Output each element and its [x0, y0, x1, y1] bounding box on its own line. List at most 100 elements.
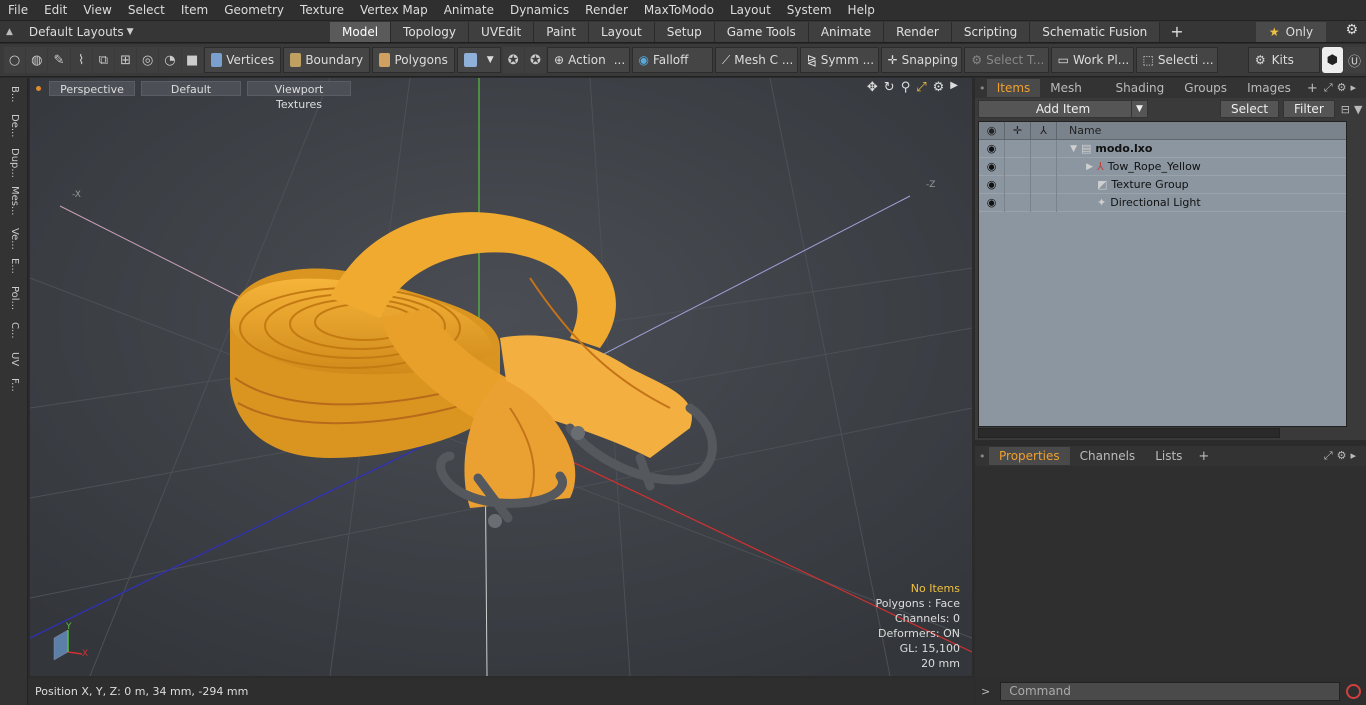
lock-column-icon[interactable]: ✛ — [1005, 121, 1031, 140]
collapse-icon[interactable]: ⊟ — [1341, 103, 1350, 116]
brush-icon[interactable]: ⌇ — [70, 47, 92, 73]
menu-edit[interactable]: Edit — [36, 0, 75, 21]
menu-file[interactable]: File — [0, 0, 36, 21]
tree-row-texture-group[interactable]: ◉ ◩ Texture Group — [979, 175, 1346, 194]
symmetry-button[interactable]: ⧎ Symm ... — [799, 47, 879, 73]
mirror-icon[interactable]: ⧉ — [92, 47, 114, 73]
tab-setup[interactable]: Setup — [654, 21, 715, 42]
menu-render[interactable]: Render — [577, 0, 636, 21]
modo-cube-icon[interactable]: ⬢ — [1321, 47, 1343, 73]
tab-game-tools[interactable]: Game Tools — [714, 21, 809, 42]
command-input[interactable]: Command — [1000, 682, 1341, 701]
strip-tab-mesh-edit[interactable]: Mes... — [6, 186, 20, 216]
boundary-button[interactable]: Boundary — [283, 47, 371, 73]
mesh-constraints-button[interactable]: ⟋ Mesh C ... — [714, 47, 798, 73]
strip-tab-deform[interactable]: De... — [6, 114, 20, 137]
kits-button[interactable]: ⚙ Kits — [1247, 47, 1320, 73]
viewport-more-icon[interactable]: ▶ — [950, 80, 958, 95]
strip-tab-vertex[interactable]: Ve... — [6, 228, 20, 250]
tab-render[interactable]: Render — [884, 21, 952, 42]
gear-icon[interactable]: ⚙ — [1345, 22, 1358, 38]
tree-row-scene[interactable]: ◉ ▼ ▤ modo.lxo — [979, 139, 1346, 158]
select-button[interactable]: Select — [1220, 100, 1280, 118]
tree-horizontal-scrollbar[interactable] — [978, 428, 1280, 438]
menu-select[interactable]: Select — [120, 0, 173, 21]
menu-dynamics[interactable]: Dynamics — [502, 0, 577, 21]
center-icon[interactable]: ◎ — [137, 47, 159, 73]
strip-tab-polygon[interactable]: Pol... — [6, 286, 20, 310]
tab-images[interactable]: Images — [1237, 79, 1301, 97]
strip-tab-basic[interactable]: B... — [6, 86, 20, 102]
add-tab-icon[interactable]: + — [1192, 449, 1215, 464]
menu-vertex-map[interactable]: Vertex Map — [352, 0, 436, 21]
unreal-icon[interactable]: Ⓤ — [1343, 47, 1366, 73]
rotate-view-icon[interactable]: ↻ — [884, 80, 895, 95]
menu-maxtomodo[interactable]: MaxToModo — [636, 0, 722, 21]
menu-system[interactable]: System — [779, 0, 840, 21]
tab-paint[interactable]: Paint — [534, 21, 589, 42]
shading-dropdown[interactable]: Default — [141, 80, 241, 96]
add-item-button[interactable]: Add Item ▼ — [978, 100, 1148, 118]
viewport-textures-dropdown[interactable]: Viewport Textures — [247, 80, 351, 111]
circle-select-icon[interactable]: ○ — [4, 47, 26, 73]
strip-tab-uv[interactable]: UV — [6, 352, 20, 366]
symmetry-b-icon[interactable]: ✪ — [524, 47, 547, 73]
menu-texture[interactable]: Texture — [292, 0, 352, 21]
type-column-icon[interactable]: ⅄ — [1031, 121, 1057, 140]
layout-up-icon[interactable]: ▲ — [6, 27, 13, 37]
only-button[interactable]: ★ Only — [1256, 22, 1326, 42]
funnel-icon[interactable]: ▼ — [1354, 103, 1362, 116]
menu-item[interactable]: Item — [173, 0, 216, 21]
selection-sets-button[interactable]: ⬚ Selecti ... — [1135, 47, 1218, 73]
tab-topology[interactable]: Topology — [391, 21, 470, 42]
tab-shading[interactable]: Shading — [1106, 79, 1175, 97]
viewport-gear-icon[interactable]: ⚙ — [933, 80, 945, 95]
layouts-dropdown[interactable]: ▲ Default Layouts ▼ — [0, 21, 330, 43]
strip-tab-edge[interactable]: E... — [6, 258, 20, 274]
eye-icon[interactable]: ◉ — [979, 139, 1005, 158]
tree-row-light[interactable]: ◉ ✦ Directional Light — [979, 193, 1346, 212]
tab-schematic-fusion[interactable]: Schematic Fusion — [1030, 21, 1161, 42]
action-button[interactable]: ⊕ Action... — [547, 47, 630, 73]
tab-scripting[interactable]: Scripting — [951, 21, 1031, 42]
strip-tab-duplicate[interactable]: Dup... — [6, 148, 20, 178]
tab-uvedit[interactable]: UVEdit — [469, 21, 535, 42]
tab-channels[interactable]: Channels — [1070, 447, 1146, 465]
eye-icon[interactable]: ◉ — [979, 157, 1005, 176]
polygons-button[interactable]: Polygons — [372, 47, 455, 73]
expand-arrow-icon[interactable]: ▶ — [1057, 162, 1093, 172]
chevron-down-icon[interactable]: ▼ — [1131, 101, 1147, 117]
tab-layout[interactable]: Layout — [588, 21, 655, 42]
strip-tab-fusion[interactable]: F... — [6, 378, 20, 392]
pie-icon[interactable]: ◔ — [159, 47, 181, 73]
tab-lists[interactable]: Lists — [1145, 447, 1192, 465]
falloff-button[interactable]: ◉ Falloff — [631, 47, 713, 73]
tab-model[interactable]: Model — [330, 21, 392, 42]
tree-row-mesh[interactable]: ◉ ▶ ⅄ Tow_Rope_Yellow — [979, 157, 1346, 176]
strip-tab-curve[interactable]: C... — [6, 322, 20, 339]
menu-help[interactable]: Help — [840, 0, 883, 21]
eye-icon[interactable]: ◉ — [979, 175, 1005, 194]
pen-icon[interactable]: ✎ — [48, 47, 70, 73]
snapping-button[interactable]: ✛ Snapping — [880, 47, 963, 73]
zoom-view-icon[interactable]: ⚲ — [901, 80, 911, 95]
grid-snap-icon[interactable]: ⊞ — [114, 47, 137, 73]
add-tab-icon[interactable]: + — [1160, 22, 1193, 41]
tab-mesh-ops[interactable]: Mesh Ops — [1040, 79, 1105, 113]
menu-geometry[interactable]: Geometry — [216, 0, 292, 21]
symmetry-a-icon[interactable]: ✪ — [502, 47, 524, 73]
tab-items[interactable]: Items — [986, 79, 1041, 97]
menu-animate[interactable]: Animate — [436, 0, 502, 21]
eye-icon[interactable]: ◉ — [979, 193, 1005, 212]
maximize-view-icon[interactable]: ⤢ — [916, 80, 926, 95]
vertices-button[interactable]: Vertices — [203, 47, 282, 73]
panel-menu-icon[interactable]: • — [975, 450, 989, 463]
tab-properties[interactable]: Properties — [989, 447, 1070, 465]
globe-icon[interactable]: ◍ — [26, 47, 48, 73]
panel-menu-icon[interactable]: • — [975, 82, 987, 95]
add-tab-icon[interactable]: + — [1301, 81, 1324, 96]
panel-options-icon[interactable]: ⤢⚙▸ — [1324, 449, 1366, 463]
panel-options-icon[interactable]: ⤢⚙▸ — [1324, 81, 1366, 95]
3d-viewport[interactable]: Y X -X -Z Perspective Default Viewport T… — [30, 78, 972, 676]
workplane-button[interactable]: ▭ Work Pl... — [1050, 47, 1134, 73]
